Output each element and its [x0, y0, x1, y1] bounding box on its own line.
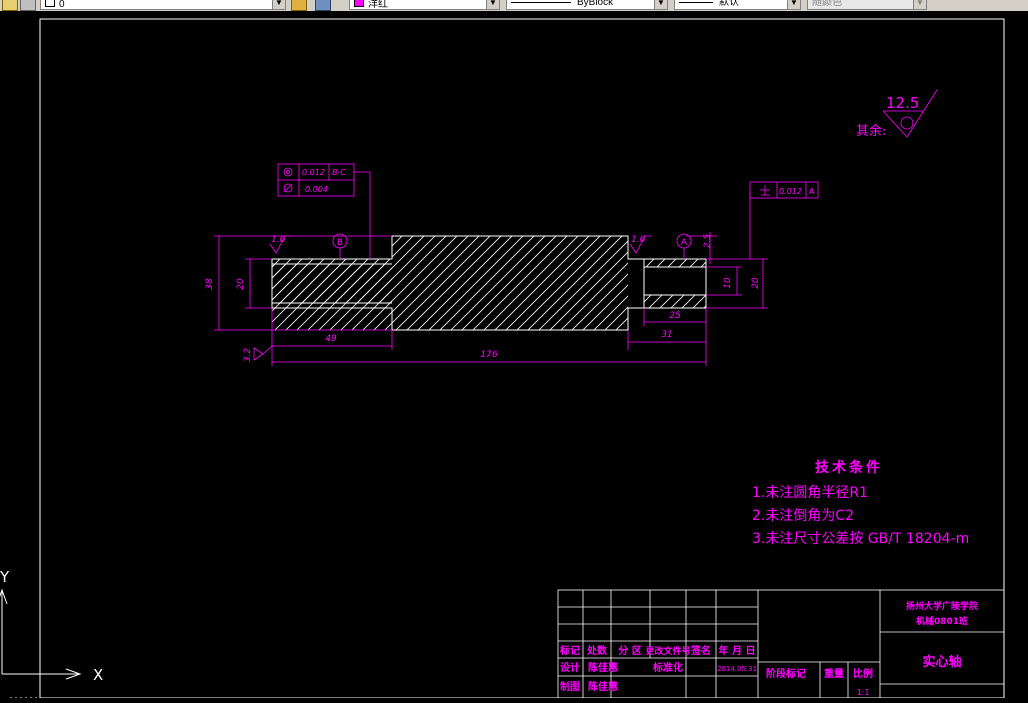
- layer-previous-icon[interactable]: [315, 0, 331, 11]
- dim-10-text: 10: [723, 277, 733, 289]
- layer-dropdown[interactable]: 0 ▼: [40, 0, 286, 10]
- title-block-texts: 扬州大学广陵学院 机械0801班 实心轴 标记 处数 分 区 更改文件号 签名 …: [559, 600, 978, 697]
- color-swatch: [354, 0, 364, 7]
- chevron-down-icon: ▼: [272, 0, 285, 9]
- rough-left-text: 1.6: [271, 235, 286, 245]
- datum-b-text: B: [337, 238, 343, 248]
- tech-item-3: 3.未注尺寸公差按 GB/T 18204-m: [752, 531, 969, 547]
- header-docno: 更改文件号: [645, 645, 690, 657]
- stage-label: 阶段标记: [766, 667, 806, 680]
- dim-31-text: 31: [661, 330, 672, 340]
- weight-label: 重量: [824, 667, 844, 680]
- chevron-down-icon: ▼: [654, 0, 667, 9]
- chevron-down-icon: ▼: [486, 0, 499, 9]
- header-zone: 分 区: [618, 644, 641, 657]
- roughness-value-text: 12.5: [886, 94, 919, 112]
- design-date: 2014.05.31: [717, 665, 757, 673]
- tol-left-row2-value: 0.004: [305, 185, 328, 194]
- tech-item-2: 2.未注倒角为C2: [752, 508, 854, 524]
- header-date: 年 月 日: [719, 644, 756, 657]
- dim-38-text: 38: [205, 278, 215, 290]
- rough-bottom-text: 3.2: [243, 348, 253, 363]
- school-text: 扬州大学广陵学院: [906, 600, 978, 612]
- draw-name: 陈佳惠: [588, 680, 618, 693]
- tech-item-1: 1.未注圆角半径R1: [752, 485, 868, 501]
- linetype-dropdown[interactable]: ByBlock ▼: [506, 0, 668, 10]
- datum-a-text: A: [681, 238, 688, 248]
- make-current-layer-icon[interactable]: [291, 0, 307, 11]
- ucs-labels: Y X: [0, 568, 103, 684]
- chevron-down-icon: ▼: [913, 0, 926, 9]
- lineweight-sample: [679, 1, 713, 3]
- lineweight-dropdown[interactable]: 默认 ▼: [674, 0, 801, 10]
- header-count: 处数: [586, 644, 608, 657]
- color-dropdown[interactable]: 洋红 ▼: [349, 0, 500, 10]
- tech-title: 技术条件: [815, 459, 883, 476]
- part-name-text: 实心轴: [922, 654, 961, 670]
- dim-20-right-text: 20: [751, 277, 761, 289]
- dim-2-5-text: 2.5: [703, 234, 713, 249]
- properties-toolbar: 0 ▼ 洋红 ▼ ByBlock ▼ 默认 ▼ 随颜色 ▼: [0, 0, 1028, 11]
- dim-49-text: 49: [325, 334, 337, 344]
- tol-right-value: 0.012: [779, 187, 802, 196]
- drawing-canvas[interactable]: 38 20 49 176 31 25 10 20 2.5 1.6 1.6 3.2…: [0, 11, 1028, 699]
- header-mark: 标记: [559, 644, 580, 657]
- draw-label: 制图: [560, 680, 580, 693]
- tol-left-row1-datum: B-C: [332, 168, 346, 177]
- std-label: 标准化: [652, 661, 683, 674]
- roughness-label-text: 其余:: [856, 123, 886, 139]
- layer-state-icon[interactable]: [2, 0, 18, 11]
- chevron-down-icon: ▼: [787, 0, 800, 9]
- dim-176-text: 176: [480, 350, 497, 360]
- header-sign: 签名: [690, 644, 711, 657]
- ucs-y-label: Y: [0, 568, 10, 586]
- layer-freeze-icon[interactable]: [20, 0, 36, 11]
- scale-label: 比例: [853, 667, 873, 680]
- drawing-svg[interactable]: 38 20 49 176 31 25 10 20 2.5 1.6 1.6 3.2…: [0, 11, 1028, 699]
- tol-left-row1-value: 0.012: [302, 168, 325, 177]
- linetype-sample: [511, 1, 571, 3]
- ucs-x-label: X: [93, 666, 103, 684]
- scale-value: 1:1: [857, 688, 870, 697]
- class-text: 机械0801班: [916, 615, 968, 627]
- dim-25-text: 25: [669, 311, 681, 321]
- shaft-section: [271, 235, 707, 331]
- design-label: 设计: [560, 661, 580, 674]
- design-name: 陈佳惠: [588, 661, 618, 674]
- drawing-border: [39, 18, 1005, 699]
- tech-requirements: 技术条件 1.未注圆角半径R1 2.未注倒角为C2 3.未注尺寸公差按 GB/T…: [752, 459, 969, 547]
- layer-color-swatch: [45, 0, 55, 7]
- rough-right-text: 1.6: [631, 235, 646, 245]
- plotstyle-dropdown[interactable]: 随颜色 ▼: [807, 0, 927, 10]
- tol-right-datum: A: [809, 187, 815, 196]
- dim-20-left-text: 20: [236, 278, 246, 290]
